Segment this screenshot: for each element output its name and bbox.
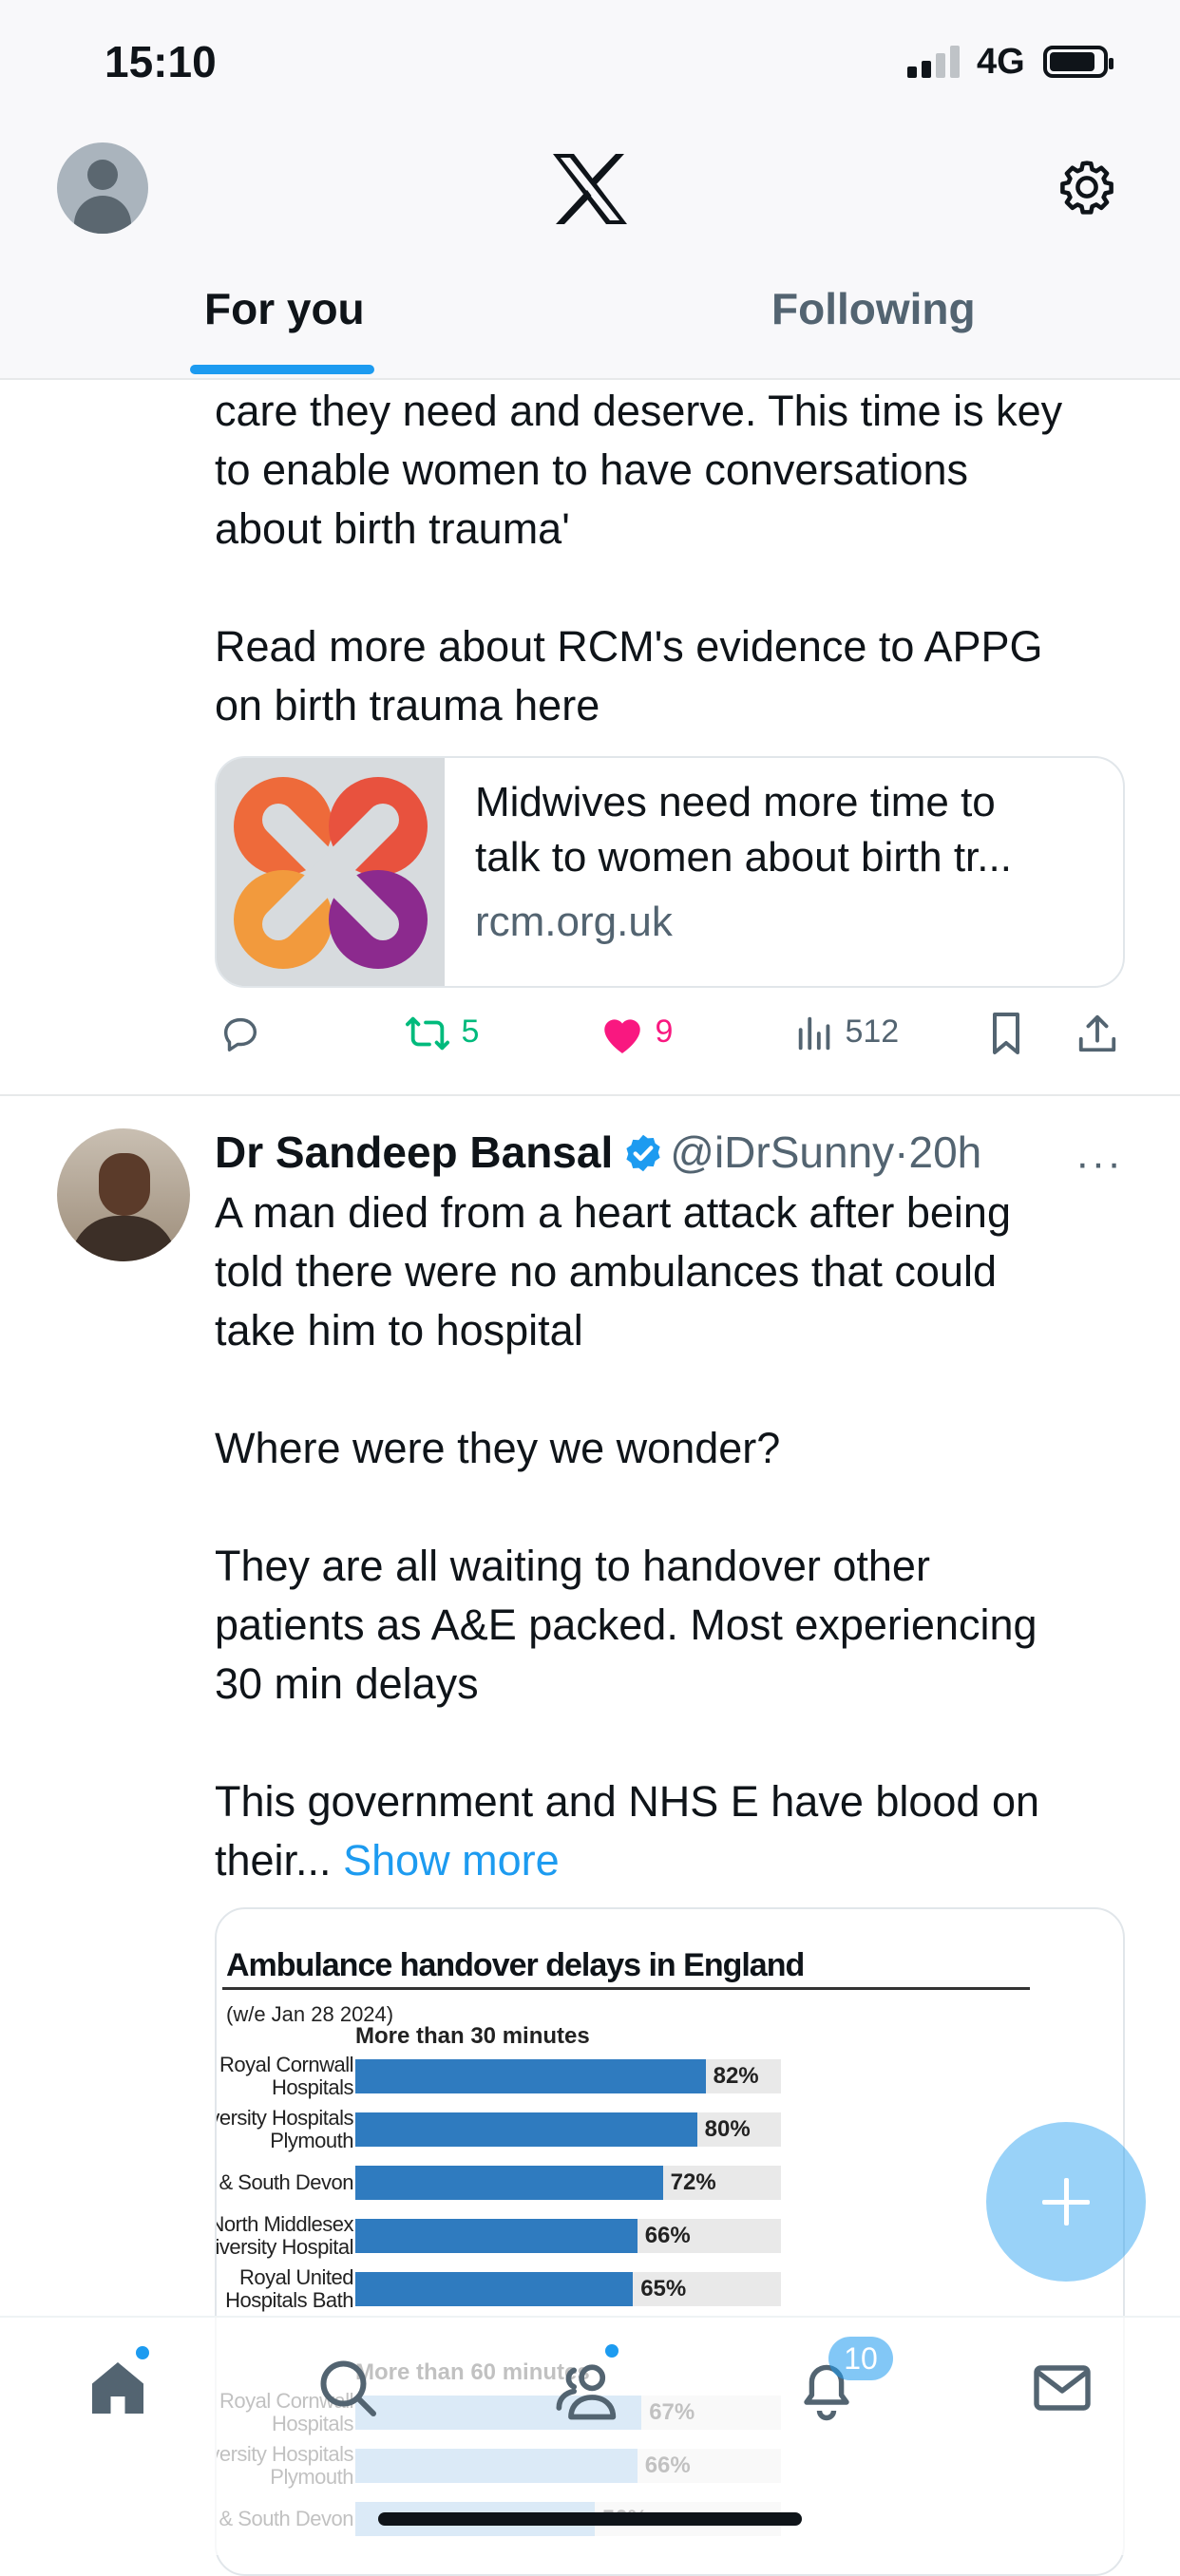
chart-bar: [355, 2219, 638, 2253]
profile-avatar-button[interactable]: [57, 142, 148, 234]
chart-bar: [355, 2112, 697, 2147]
repost-button[interactable]: 5: [403, 1005, 479, 1058]
chart-bar: [355, 2272, 634, 2306]
like-button[interactable]: 9: [599, 1005, 673, 1058]
nav-home[interactable]: [84, 2354, 160, 2430]
nav-messages[interactable]: [1028, 2354, 1104, 2430]
post-time[interactable]: 20h: [908, 1127, 981, 1177]
more-options-button[interactable]: ···: [1075, 1140, 1123, 1187]
share-button[interactable]: [1075, 1005, 1119, 1058]
view-count: 512: [845, 1013, 900, 1050]
chart-section-heading: More than 30 minutes: [355, 2023, 590, 2049]
chart-category-label: University Hospitals Plymouth: [217, 2106, 354, 2152]
views-icon: [798, 1016, 830, 1051]
chart-category-label: North Middlesex University Hospital: [215, 2212, 354, 2259]
chart-category-label: Royal United Hospitals Bath: [225, 2265, 353, 2312]
chart-data-label: 80%: [704, 2116, 751, 2142]
gear-icon[interactable]: [1056, 157, 1117, 218]
post-body-text: care they need and deserve. This time is…: [215, 387, 1063, 729]
communities-icon: [556, 2364, 617, 2420]
chart-title: Ambulance handover delays in England: [226, 1947, 805, 1983]
network-type: 4G: [977, 42, 1025, 82]
chart-data-label: 82%: [713, 2063, 759, 2089]
bookmark-button[interactable]: [986, 1005, 1026, 1058]
chart-title-rule: [222, 1987, 1030, 1990]
repost-count: 5: [461, 1013, 480, 1050]
post-divider: [0, 1094, 1180, 1096]
meta-separator: ·: [894, 1127, 909, 1177]
chart-data-label: 66%: [644, 2223, 691, 2248]
author-handle[interactable]: @iDrSunny: [670, 1127, 894, 1177]
post-actions-bar: 5 9 512: [215, 1005, 1127, 1062]
status-bar: 15:10 4G: [0, 0, 1180, 123]
nav-search[interactable]: [314, 2354, 390, 2430]
post-header: Dr Sandeep Bansal @iDrSunny·20h: [215, 1121, 981, 1184]
link-preview-card[interactable]: Midwives need more time to talk to women…: [215, 756, 1125, 988]
tab-following[interactable]: Following: [771, 283, 976, 334]
battery-icon: [1043, 46, 1113, 78]
search-icon: [320, 2360, 376, 2416]
bookmark-icon: [993, 1013, 1019, 1055]
x-logo-icon: [553, 154, 627, 224]
link-card-domain: rcm.org.uk: [475, 899, 673, 945]
nav-communities[interactable]: [553, 2354, 629, 2430]
post-body-content: A man died from a heart attack after bei…: [215, 1188, 1040, 1885]
cellular-signal-icon: [907, 46, 964, 78]
communities-new-content-dot: [605, 2344, 619, 2358]
chart-data-label: 72%: [670, 2169, 716, 2195]
tab-for-you[interactable]: For you: [204, 283, 365, 334]
chart-data-label: 65%: [640, 2276, 687, 2301]
share-icon: [1078, 1014, 1116, 1052]
home-new-content-dot: [136, 2346, 149, 2359]
reply-icon: [223, 1017, 257, 1051]
messages-icon: [1034, 2365, 1091, 2411]
rcm-logo-thumbnail: [217, 758, 445, 986]
top-header: 15:10 4G For you Following: [0, 0, 1180, 380]
like-count: 9: [655, 1013, 674, 1050]
link-card-title: Midwives need more time to talk to women…: [475, 779, 1012, 881]
heart-icon: [604, 1019, 640, 1053]
show-more-link[interactable]: Show more: [343, 1836, 560, 1885]
chart-category-label: Torbay & South Devon: [219, 2170, 354, 2194]
home-icon: [92, 2362, 143, 2414]
chart-bar: [355, 2166, 663, 2200]
reply-button[interactable]: [219, 1005, 262, 1058]
active-tab-indicator: [190, 365, 374, 374]
views-button[interactable]: 512: [794, 1005, 899, 1058]
repost-icon: [405, 1016, 449, 1051]
status-time: 15:10: [105, 37, 217, 86]
notifications-badge: 10: [828, 2337, 893, 2380]
chart-bar: [355, 2059, 706, 2093]
compose-post-button[interactable]: [986, 2122, 1146, 2282]
author-avatar[interactable]: [57, 1128, 190, 1261]
author-name[interactable]: Dr Sandeep Bansal: [215, 1127, 613, 1177]
chart-category-label: Royal Cornwall Hospitals: [219, 2053, 353, 2099]
verified-badge-icon: [626, 1134, 660, 1172]
home-indicator: [378, 2512, 802, 2526]
post-body-text: A man died from a heart attack after bei…: [215, 1184, 1127, 1890]
